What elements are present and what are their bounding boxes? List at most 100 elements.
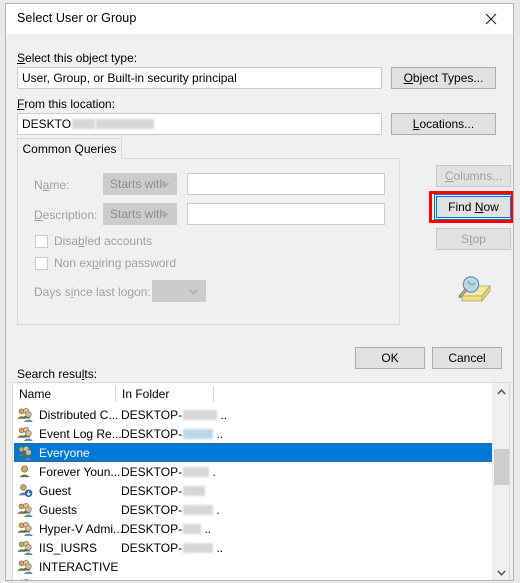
ok-button-label: OK xyxy=(381,351,399,365)
non-expiring-password-checkbox[interactable] xyxy=(35,256,48,270)
name-condition-dropdown[interactable]: Starts with xyxy=(103,173,177,195)
chevron-down-icon xyxy=(160,207,169,221)
group-icon xyxy=(17,445,34,461)
tab-common-queries[interactable]: Common Queries xyxy=(17,138,122,159)
row-folder-text: DESKTOP- xyxy=(121,521,183,536)
group-icon xyxy=(17,578,33,580)
disabled-accounts-checkbox-row[interactable]: Disabled accounts xyxy=(35,234,152,248)
row-folder-text: DESKTOP- xyxy=(121,483,183,498)
dialog-body: Select this object type: User, Group, or… xyxy=(6,34,513,581)
row-name: Guest xyxy=(39,483,72,498)
chevron-down-icon xyxy=(189,284,198,298)
description-condition-value: Starts with xyxy=(110,207,167,221)
row-folder-redaction xyxy=(183,467,210,478)
row-folder: DESKTOP- .. xyxy=(121,541,223,555)
row-folder-text: DESKTOP- xyxy=(121,407,183,422)
column-header-name[interactable]: Name xyxy=(13,383,115,405)
tab-common-queries-label: Common Queries xyxy=(22,141,117,156)
days-since-last-logon-label: Days since last logon: xyxy=(34,285,151,299)
name-label: Name: xyxy=(34,178,70,192)
row-name: IUSR xyxy=(37,579,70,581)
find-now-button[interactable]: Find Now xyxy=(434,194,513,220)
table-row[interactable]: Everyone xyxy=(13,443,509,462)
name-condition-value: Starts with xyxy=(110,177,167,191)
table-row[interactable]: Event Log Re... DESKTOP- .. xyxy=(13,424,509,443)
row-folder-text: DESKTOP- xyxy=(121,502,183,517)
magnifier-folder-icon xyxy=(454,274,494,308)
close-icon[interactable] xyxy=(469,4,513,34)
row-folder-text: DESKTOP- xyxy=(121,426,183,441)
location-label: From this location: xyxy=(17,97,116,111)
row-folder-redaction xyxy=(183,505,214,516)
row-folder: DESKTOP- . xyxy=(121,503,220,517)
group-icon xyxy=(17,426,34,442)
row-folder: DESKTOP- .. xyxy=(121,427,223,441)
results-scrollbar[interactable] xyxy=(492,383,509,580)
columns-button[interactable]: Columns... xyxy=(436,165,511,187)
search-results-label: Search results: xyxy=(17,367,98,381)
non-expiring-password-checkbox-row[interactable]: Non expiring password xyxy=(35,256,176,270)
group-icon xyxy=(17,407,34,423)
row-name: Hyper-V Admi... xyxy=(39,521,124,536)
description-label: Description: xyxy=(34,208,98,222)
row-name: IIS_IUSRS xyxy=(39,540,98,555)
group-icon xyxy=(17,502,34,518)
row-folder: DESKTOP- .. xyxy=(121,408,227,422)
chevron-down-icon xyxy=(160,177,169,191)
row-folder: DESKTOP- . xyxy=(121,465,216,479)
user-disabled-icon xyxy=(17,483,33,498)
object-type-input[interactable]: User, Group, or Built-in security princi… xyxy=(17,67,382,89)
title-bar: Select User or Group xyxy=(6,4,513,34)
row-folder-redaction xyxy=(183,524,202,535)
scrollbar-thumb[interactable] xyxy=(494,448,509,485)
row-folder-redaction xyxy=(183,543,214,554)
disabled-accounts-checkbox[interactable] xyxy=(35,234,48,248)
row-folder-suffix: .. xyxy=(213,540,224,555)
search-results-list[interactable]: Name In Folder Distributed C... DESKTOP- … xyxy=(12,382,510,581)
row-folder-suffix: .. xyxy=(217,407,228,422)
row-name: Guests xyxy=(39,502,78,517)
row-folder-redaction xyxy=(183,429,214,440)
table-row[interactable]: Hyper-V Admi... DESKTOP- .. xyxy=(13,519,509,538)
ok-button[interactable]: OK xyxy=(355,347,425,369)
object-type-value: User, Group, or Built-in security princi… xyxy=(22,71,237,85)
row-folder: DESKTOP- .. xyxy=(121,522,211,536)
window-title: Select User or Group xyxy=(17,11,137,25)
row-folder-suffix: . xyxy=(209,464,216,479)
location-redaction-2 xyxy=(96,119,155,129)
results-column-header: Name In Folder xyxy=(13,383,509,405)
non-expiring-password-label: Non expiring password xyxy=(54,256,177,270)
table-row[interactable]: Distributed C... DESKTOP- .. xyxy=(13,405,509,424)
description-condition-dropdown[interactable]: Starts with xyxy=(103,203,177,225)
description-value-input[interactable] xyxy=(187,203,385,225)
object-types-button[interactable]: Object Types... xyxy=(391,67,496,89)
row-name: Distributed C... xyxy=(39,407,119,422)
table-row[interactable]: IUSR xyxy=(13,576,509,581)
group-icon xyxy=(17,559,34,575)
user-icon xyxy=(17,464,33,479)
row-folder-suffix: .. xyxy=(201,521,212,536)
column-header-in-folder[interactable]: In Folder xyxy=(116,383,213,405)
screen: Select User or Group Select this object … xyxy=(0,0,520,583)
chevron-up-icon[interactable] xyxy=(493,383,509,400)
table-row[interactable]: Guest DESKTOP- xyxy=(13,481,509,500)
table-row[interactable]: Forever Youn... DESKTOP- . xyxy=(13,462,509,481)
location-input[interactable]: DESKTO xyxy=(17,113,382,135)
table-row[interactable]: Guests DESKTOP- . xyxy=(13,500,509,519)
cancel-button-label: Cancel xyxy=(448,351,486,365)
table-row[interactable]: IIS_IUSRS DESKTOP- .. xyxy=(13,538,509,557)
chevron-down-icon[interactable] xyxy=(493,564,509,580)
cancel-button[interactable]: Cancel xyxy=(432,347,502,369)
location-redaction xyxy=(72,119,96,129)
name-value-input[interactable] xyxy=(187,173,385,195)
stop-button[interactable]: Stop xyxy=(436,228,511,250)
locations-button[interactable]: Locations... xyxy=(391,113,496,135)
row-name: Everyone xyxy=(39,445,90,460)
column-divider-2[interactable] xyxy=(213,386,214,402)
select-user-or-group-dialog: Select User or Group Select this object … xyxy=(5,3,514,581)
days-since-last-logon-dropdown[interactable] xyxy=(152,280,206,302)
row-name: Event Log Re... xyxy=(39,426,122,441)
row-name: INTERACTIVE xyxy=(39,559,119,574)
table-row[interactable]: INTERACTIVE xyxy=(13,557,509,576)
results-rows: Distributed C... DESKTOP- .. Event Log Re.… xyxy=(13,405,509,581)
